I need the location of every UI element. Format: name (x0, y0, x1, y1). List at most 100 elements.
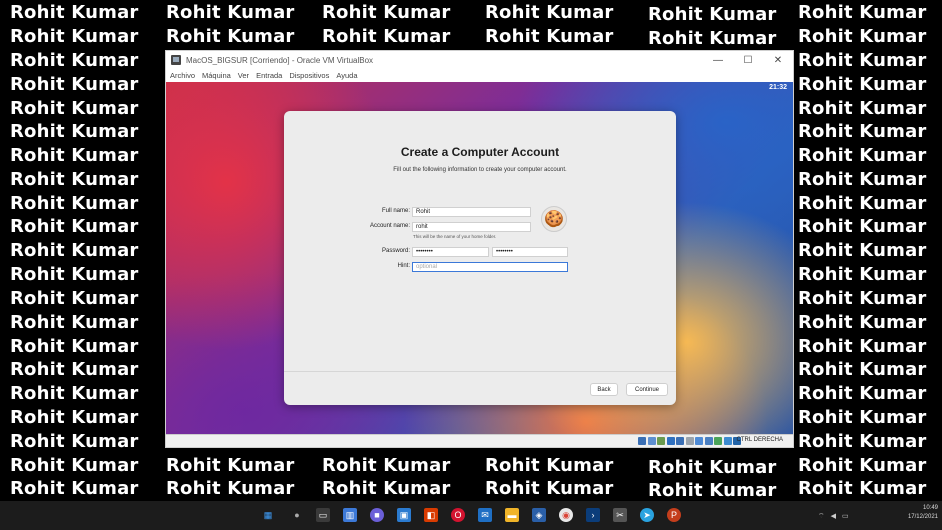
task-view-icon[interactable]: ▭ (316, 508, 330, 522)
watermark-text: Rohit Kumar (322, 478, 451, 499)
clock-time: 10:49 (922, 505, 938, 511)
watermark-text: Rohit Kumar (648, 457, 777, 478)
watermark-text: Rohit Kumar (798, 193, 927, 214)
account-name-field[interactable]: rohit (412, 222, 531, 232)
verify-password-field[interactable]: •••••••• (492, 247, 568, 257)
display-icon[interactable] (695, 437, 703, 445)
full-name-label: Full name: (381, 208, 410, 214)
watermark-text: Rohit Kumar (798, 383, 927, 404)
explorer-icon[interactable]: ▬ (505, 508, 519, 522)
window-titlebar[interactable]: MacOS_BIGSUR [Corriendo] - Oracle VM Vir… (166, 51, 793, 69)
menu-entrada[interactable]: Entrada (256, 71, 282, 80)
menu-ver[interactable]: Ver (238, 71, 249, 80)
maximize-button[interactable]: ☐ (733, 51, 763, 69)
status-icons (637, 437, 741, 445)
full-name-field[interactable]: Rohit (412, 207, 531, 217)
hdd-icon[interactable] (638, 437, 646, 445)
powerpoint-icon[interactable]: P (667, 508, 681, 522)
menu-bar: Archivo Máquina Ver Entrada Dispositivos… (166, 69, 793, 82)
shared-folder-icon[interactable] (685, 437, 694, 445)
clock[interactable]: 10:49 17/12/2021 (908, 504, 938, 522)
optical-icon[interactable] (647, 437, 656, 445)
watermark-text: Rohit Kumar (485, 2, 614, 23)
watermark-text: Rohit Kumar (798, 264, 927, 285)
network-icon[interactable] (666, 437, 675, 445)
virtualbox-window[interactable]: MacOS_BIGSUR [Corriendo] - Oracle VM Vir… (165, 50, 794, 448)
watermark-text: Rohit Kumar (485, 478, 614, 499)
hint-field[interactable]: optional (412, 262, 568, 272)
watermark-text: Rohit Kumar (798, 98, 927, 119)
watermark-text: Rohit Kumar (798, 169, 927, 190)
guest-screen[interactable]: 21:32 Create a Computer Account Fill out… (166, 82, 793, 434)
close-button[interactable]: ✕ (763, 51, 793, 69)
opera-icon[interactable]: O (451, 508, 465, 522)
watermark-text: Rohit Kumar (166, 2, 295, 23)
watermark-text: Rohit Kumar (798, 359, 927, 380)
gingerbread-icon[interactable]: 🍪 (541, 206, 567, 232)
menu-archivo[interactable]: Archivo (170, 71, 195, 80)
recording-icon[interactable] (704, 437, 713, 445)
minimize-button[interactable]: — (703, 51, 733, 69)
audio-icon[interactable] (657, 437, 665, 445)
battery-icon[interactable]: ▭ (842, 512, 849, 521)
taskbar: ▦ ● ▭ ▥ ■ ▣ ◧ O ✉ ▬ ◈ ◉ › ✂ ➤ P ⌔ ◀ ▭ 10… (0, 501, 942, 530)
store-icon[interactable]: ▣ (397, 508, 411, 522)
app-icon[interactable]: ✂ (613, 508, 627, 522)
volume-icon[interactable]: ◀ (831, 512, 836, 521)
continue-button[interactable]: Continue (626, 383, 668, 396)
wifi-icon[interactable]: ⌔ (818, 512, 825, 521)
cpu-icon[interactable] (714, 437, 722, 445)
watermark-text: Rohit Kumar (10, 407, 139, 428)
windows-start-icon[interactable]: ▦ (261, 508, 275, 522)
chrome-icon[interactable]: ◉ (559, 508, 573, 522)
dialog-footer-divider (284, 371, 676, 372)
watermark-text: Rohit Kumar (10, 312, 139, 333)
watermark-text: Rohit Kumar (798, 50, 927, 71)
usb-icon[interactable] (676, 437, 684, 445)
watermark-text: Rohit Kumar (798, 455, 927, 476)
account-name-label: Account name: (369, 223, 410, 229)
watermark-text: Rohit Kumar (10, 2, 139, 23)
watermark-text: Rohit Kumar (648, 480, 777, 501)
menu-maquina[interactable]: Máquina (202, 71, 231, 80)
watermark-text: Rohit Kumar (10, 359, 139, 380)
watermark-text: Rohit Kumar (10, 431, 139, 452)
watermark-text: Rohit Kumar (322, 2, 451, 23)
watermark-text: Rohit Kumar (485, 26, 614, 47)
mouse-icon[interactable] (723, 437, 732, 445)
chat-icon[interactable]: ■ (370, 508, 384, 522)
watermark-text: Rohit Kumar (10, 50, 139, 71)
watermark-text: Rohit Kumar (798, 74, 927, 95)
watermark-text: Rohit Kumar (10, 216, 139, 237)
virtualbox-icon[interactable]: ◈ (532, 508, 546, 522)
search-icon[interactable]: ● (290, 508, 304, 522)
terminal-icon[interactable]: › (586, 508, 600, 522)
vbox-status-bar: CTRL DERECHA (166, 434, 793, 447)
hint-label: Hint: (397, 263, 410, 269)
office-icon[interactable]: ◧ (424, 508, 438, 522)
guest-clock: 21:32 (769, 84, 787, 91)
watermark-text: Rohit Kumar (10, 98, 139, 119)
watermark-text: Rohit Kumar (798, 431, 927, 452)
mail-icon[interactable]: ✉ (478, 508, 492, 522)
watermark-text: Rohit Kumar (166, 478, 295, 499)
watermark-text: Rohit Kumar (10, 288, 139, 309)
telegram-icon[interactable]: ➤ (640, 508, 654, 522)
watermark-text: Rohit Kumar (10, 169, 139, 190)
back-button[interactable]: Back (590, 383, 618, 396)
system-tray: ⌔ ◀ ▭ (818, 512, 849, 521)
watermark-text: Rohit Kumar (10, 383, 139, 404)
watermark-text: Rohit Kumar (10, 26, 139, 47)
menu-ayuda[interactable]: Ayuda (336, 71, 357, 80)
watermark-text: Rohit Kumar (648, 28, 777, 49)
password-field[interactable]: •••••••• (412, 247, 489, 257)
window-controls: — ☐ ✕ (703, 51, 793, 69)
hint-placeholder: optional (416, 264, 438, 270)
watermark-text: Rohit Kumar (10, 193, 139, 214)
dialog-subtitle: Fill out the following information to cr… (393, 167, 567, 173)
widgets-icon[interactable]: ▥ (343, 508, 357, 522)
watermark-text: Rohit Kumar (10, 264, 139, 285)
watermark-text: Rohit Kumar (798, 26, 927, 47)
menu-dispositivos[interactable]: Dispositivos (289, 71, 329, 80)
watermark-text: Rohit Kumar (322, 26, 451, 47)
